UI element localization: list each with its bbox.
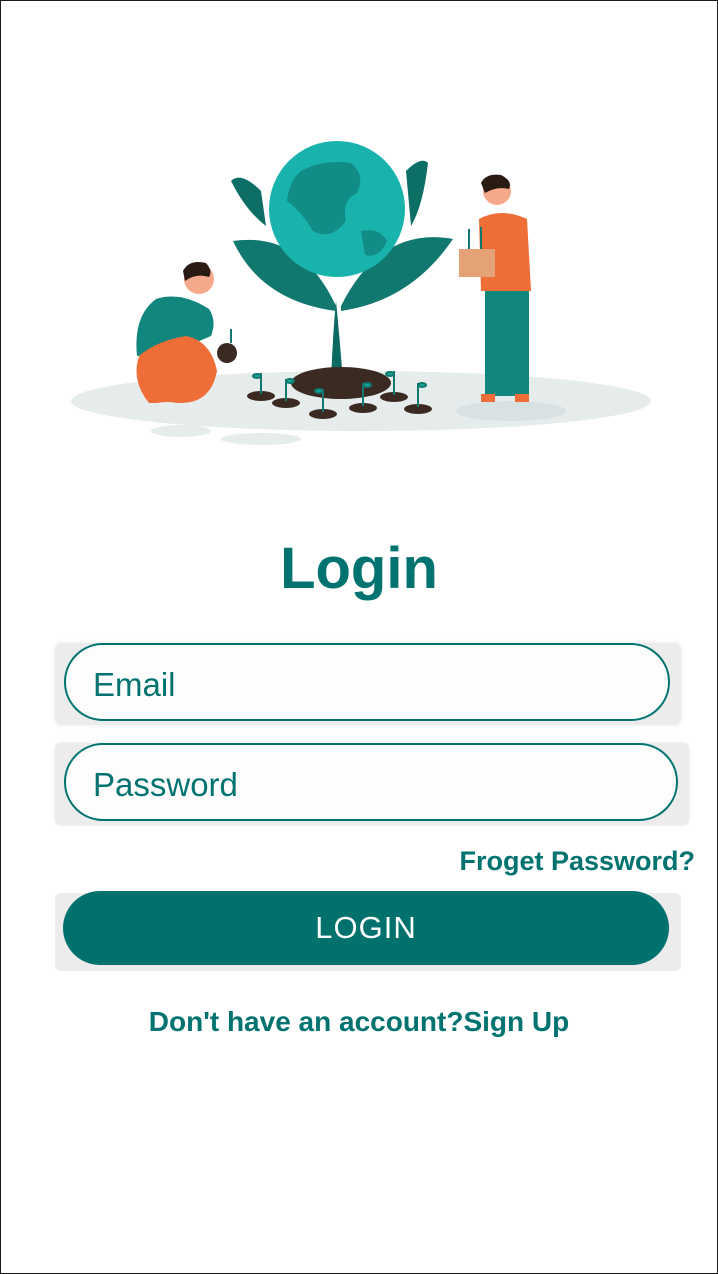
forgot-password-link[interactable]: Froget Password?	[459, 843, 695, 879]
login-screen: Login Email Password Froget Password? LO…	[0, 0, 718, 1274]
email-field-shadow: Email	[55, 643, 681, 725]
signup-prompt: Don't have an account?	[148, 1006, 464, 1037]
signup-link[interactable]: Sign Up	[463, 1006, 569, 1037]
dirt-mound	[291, 367, 391, 399]
standing-person	[459, 174, 531, 402]
leaf-back-left	[231, 177, 266, 226]
ground-puddle	[151, 425, 211, 437]
login-button[interactable]: LOGIN	[63, 891, 669, 965]
login-button-shadow: LOGIN	[55, 891, 681, 971]
planting-illustration	[71, 141, 651, 445]
leaf-back-right	[406, 160, 428, 226]
email-placeholder: Email	[93, 666, 176, 703]
email-field[interactable]: Email	[64, 643, 670, 721]
ground-puddle	[221, 433, 301, 445]
ground-puddle	[456, 401, 566, 421]
signup-prompt-line: Don't have an account?Sign Up	[1, 1003, 717, 1041]
password-placeholder: Password	[93, 766, 238, 803]
page-title: Login	[280, 536, 438, 601]
password-field[interactable]: Password	[64, 743, 678, 821]
password-field-shadow: Password	[55, 743, 689, 825]
plant-box	[459, 249, 495, 277]
